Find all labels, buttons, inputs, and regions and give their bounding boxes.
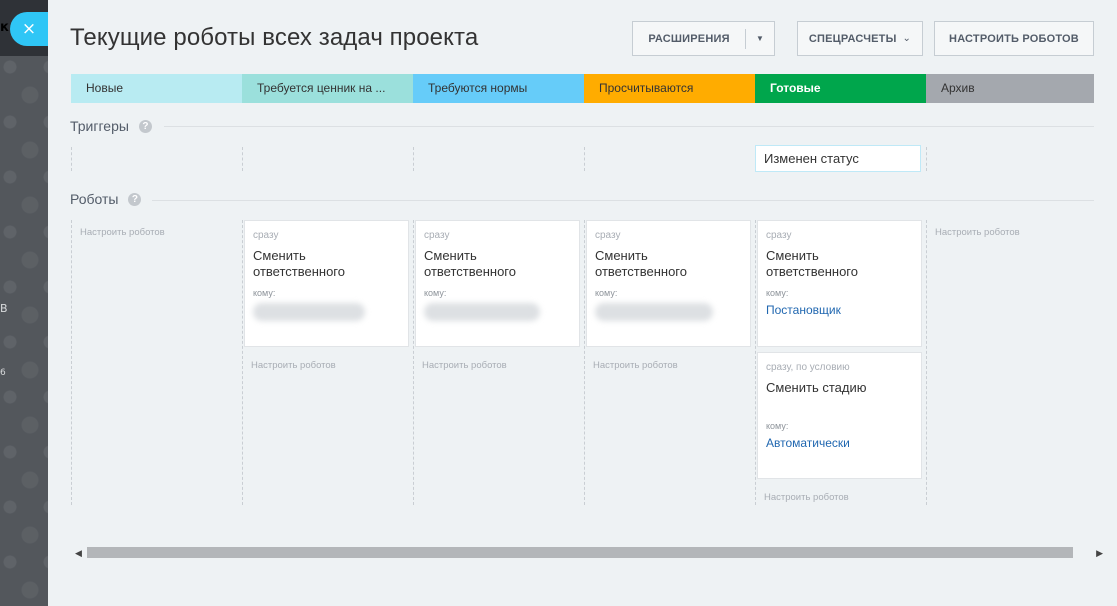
horizontal-scrollbar[interactable]: ◀ ▶ (75, 544, 1103, 562)
configure-robots-link[interactable]: Настроить роботов (764, 492, 849, 503)
robots-heading: Роботы ? (70, 191, 142, 207)
robot-name: Сменить ответственного (424, 248, 516, 279)
background-text: к (0, 20, 9, 35)
stage-archive: Архив (926, 74, 1094, 103)
stage-new: Новые (71, 74, 242, 103)
blurred-user (253, 303, 365, 321)
robot-delay: сразу (595, 230, 621, 241)
robot-to-label: кому: (766, 421, 789, 431)
special-calc-button[interactable]: СПЕЦРАСЧЕТЫ ⌄ (797, 21, 923, 56)
stage-label: Просчитываются (599, 81, 694, 95)
blurred-user (424, 303, 540, 321)
robot-delay: сразу, по условию (766, 362, 850, 373)
robot-card[interactable]: сразу, по условию Сменить стадию кому: А… (757, 352, 922, 479)
robot-target-value[interactable]: Постановщик (766, 303, 913, 317)
robot-to-label: кому: (253, 288, 276, 298)
column-border (584, 147, 585, 171)
triggers-heading: Триггеры ? (70, 118, 152, 134)
chevron-down-icon[interactable]: ▼ (746, 34, 774, 43)
extensions-button[interactable]: РАСШИРЕНИЯ ▼ (632, 21, 775, 56)
stage-calculating: Просчитываются (584, 74, 755, 103)
background-page: к В 6 (0, 0, 48, 606)
divider (152, 200, 1094, 201)
triggers-label: Триггеры (70, 118, 129, 134)
stage-norms-required: Требуются нормы (413, 74, 584, 103)
stage-header: Новые Требуется ценник на ... Требуются … (71, 74, 1094, 103)
extensions-button-label[interactable]: РАСШИРЕНИЯ (633, 28, 746, 49)
column-border (413, 147, 414, 171)
robot-card[interactable]: сразу Сменить ответственного кому: (586, 220, 751, 347)
robot-name: Сменить стадию (766, 380, 867, 395)
divider (164, 126, 1094, 127)
configure-robots-button[interactable]: НАСТРОИТЬ РОБОТОВ (934, 21, 1094, 56)
chevron-down-icon: ⌄ (902, 33, 912, 44)
column-border (926, 147, 927, 171)
robots-label: Роботы (70, 191, 119, 207)
configure-robots-link[interactable]: Настроить роботов (593, 360, 678, 371)
trigger-status-changed[interactable]: Изменен статус (755, 145, 921, 172)
scroll-left-icon[interactable]: ◀ (75, 544, 82, 562)
configure-robots-link[interactable]: Настроить роботов (935, 227, 1020, 238)
configure-robots-link[interactable]: Настроить роботов (422, 360, 507, 371)
robot-name: Сменить ответственного (766, 248, 858, 279)
stage-price-required: Требуется ценник на ... (242, 74, 413, 103)
column-border (71, 220, 72, 505)
stage-label: Требуются нормы (428, 81, 528, 95)
column-border (71, 147, 72, 171)
column-border (242, 220, 243, 505)
background-text: 6 (0, 368, 6, 378)
column-border (755, 220, 756, 505)
robot-name: Сменить ответственного (253, 248, 345, 279)
close-icon: × (21, 19, 37, 39)
robot-to-label: кому: (595, 288, 618, 298)
column-border (926, 220, 927, 505)
robot-name: Сменить ответственного (595, 248, 687, 279)
robot-delay: сразу (424, 230, 450, 241)
robot-delay: сразу (253, 230, 279, 241)
column-border (242, 147, 243, 171)
blurred-user (595, 303, 713, 321)
stage-label: Новые (86, 81, 124, 95)
help-icon[interactable]: ? (128, 192, 142, 206)
robot-delay: сразу (766, 230, 792, 241)
robot-card[interactable]: сразу Сменить ответственного кому: Поста… (757, 220, 922, 347)
scroll-right-icon[interactable]: ▶ (1096, 544, 1103, 562)
background-text: В (0, 302, 8, 315)
robot-card[interactable]: сразу Сменить ответственного кому: (244, 220, 409, 347)
column-border (584, 220, 585, 505)
stage-label: Требуется ценник на ... (257, 81, 386, 95)
stage-ready: Готовые (755, 74, 926, 103)
configure-robots-link[interactable]: Настроить роботов (80, 227, 165, 238)
help-icon[interactable]: ? (138, 119, 152, 133)
special-calc-label: СПЕЦРАСЧЕТЫ (808, 32, 897, 45)
robot-target-value[interactable]: Автоматически (766, 436, 913, 450)
robots-slider-panel: Текущие роботы всех задач проекта РАСШИР… (48, 0, 1117, 606)
page-title: Текущие роботы всех задач проекта (70, 24, 479, 51)
configure-robots-link[interactable]: Настроить роботов (251, 360, 336, 371)
robot-to-label: кому: (424, 288, 447, 298)
close-slider-button[interactable]: × (10, 12, 48, 46)
stage-label: Архив (941, 81, 975, 95)
column-border (413, 220, 414, 505)
stage-label: Готовые (770, 81, 821, 95)
robot-card[interactable]: сразу Сменить ответственного кому: (415, 220, 580, 347)
scrollbar-thumb[interactable] (87, 547, 1073, 558)
robot-to-label: кому: (766, 288, 789, 298)
